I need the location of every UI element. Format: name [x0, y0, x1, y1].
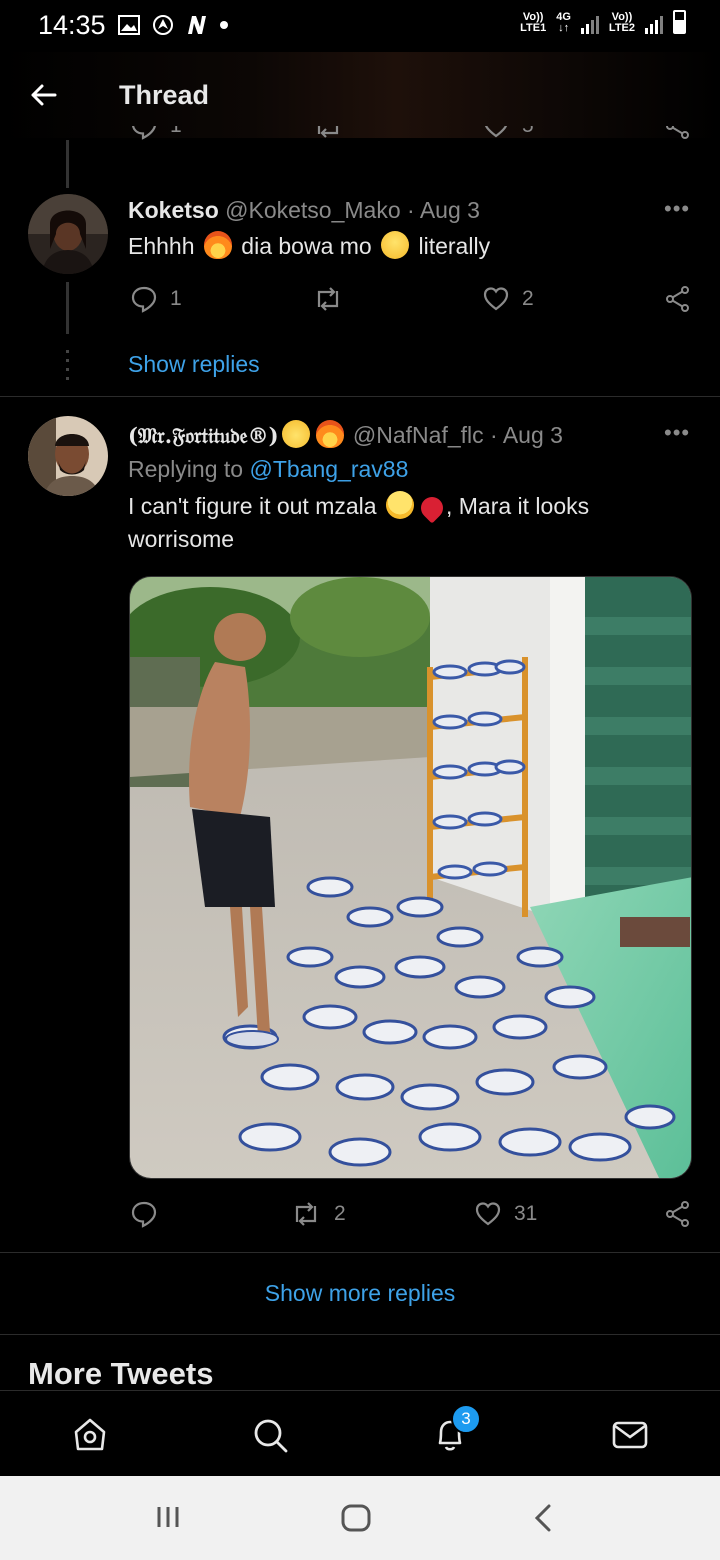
like-count: 31	[514, 1202, 538, 1225]
back-arrow-icon[interactable]	[28, 80, 58, 110]
broken-heart-emoji	[416, 492, 448, 524]
fire-emoji	[203, 231, 232, 259]
search-icon[interactable]	[250, 1415, 290, 1455]
signal1-icon	[580, 12, 599, 34]
home-icon[interactable]	[70, 1415, 110, 1455]
tweet-text-part: literally	[418, 233, 491, 259]
tweet-text: I can't figure it out mzala , Mara it lo…	[128, 490, 668, 556]
like-icon[interactable]	[482, 126, 510, 140]
signal2-icon	[645, 12, 663, 34]
avatar-image	[28, 416, 108, 496]
avatar-image	[28, 194, 108, 274]
reply-icon[interactable]	[130, 1200, 158, 1228]
tweet-actions: 2 31	[130, 1200, 720, 1232]
dot-icon	[220, 21, 228, 29]
thread-dots	[66, 350, 69, 380]
app-n-icon	[188, 16, 206, 34]
separator: ·	[407, 197, 415, 223]
divider	[0, 396, 720, 397]
handle[interactable]: @NafNaf_flc	[353, 422, 484, 448]
page-title: Thread	[119, 80, 210, 110]
data-arrows-icon: ↓↑	[558, 22, 570, 34]
tweet-text-part: , Mara it looks	[445, 493, 590, 519]
handle[interactable]: @Koketso_Mako	[225, 197, 401, 223]
status-bar: 14:35 Vo)) LTE1 4G ↓↑ Vo)) LTE2	[0, 0, 720, 52]
bottom-navigation	[0, 1390, 720, 1477]
like-icon[interactable]	[474, 1200, 502, 1228]
notifications-badge: 3	[451, 1404, 481, 1434]
retweet-icon[interactable]	[312, 285, 344, 313]
more-options-icon[interactable]: •••	[664, 196, 690, 222]
display-name[interactable]: Koketso	[128, 197, 219, 223]
more-tweets-heading: More Tweets	[28, 1356, 214, 1391]
tweet-actions: 1 2	[130, 285, 720, 317]
replying-to-handle[interactable]: @Tbang_rav88	[249, 456, 408, 482]
show-replies-link[interactable]: Show replies	[128, 351, 260, 378]
tweet-date[interactable]: Aug 3	[503, 422, 563, 448]
like-count: 5	[522, 126, 534, 138]
home-button-icon[interactable]	[340, 1503, 372, 1533]
fire-emoji	[315, 420, 344, 448]
reply-icon[interactable]	[130, 126, 158, 140]
show-more-replies-button[interactable]: Show more replies	[0, 1280, 720, 1307]
divider	[0, 1334, 720, 1335]
display-name[interactable]: (𝔐𝔯.𝔉𝔬𝔯𝔱𝔦𝔱𝔲𝔡𝔢®)	[128, 423, 279, 448]
more-options-icon[interactable]: •••	[664, 420, 690, 446]
sim1-label: LTE1	[520, 22, 547, 34]
tweet-text-part: I can't figure it out mzala	[128, 493, 377, 519]
reply-icon[interactable]	[130, 285, 158, 313]
system-navigation-bar	[0, 1476, 720, 1560]
share-icon[interactable]	[664, 126, 692, 140]
status-time: 14:35	[38, 10, 106, 40]
recent-apps-icon[interactable]	[154, 1503, 182, 1531]
retweet-count: 2	[334, 1202, 346, 1225]
gallery-icon	[118, 15, 140, 35]
retweet-icon[interactable]	[290, 1200, 322, 1228]
like-count: 2	[522, 287, 534, 310]
messages-icon[interactable]	[610, 1415, 650, 1455]
separator: ·	[490, 422, 498, 448]
tweet-text-part: Ehhhh	[128, 233, 195, 259]
navigation-icon	[153, 15, 173, 35]
thread-line	[66, 140, 69, 188]
sweat-smile-emoji	[381, 231, 410, 259]
thread-line	[66, 282, 69, 334]
retweet-icon[interactable]	[312, 126, 344, 140]
tweet-date[interactable]: Aug 3	[420, 197, 480, 223]
replying-prefix: Replying to	[128, 456, 244, 482]
tweet-text-part: worrisome	[128, 526, 235, 552]
share-icon[interactable]	[664, 285, 692, 313]
tweet-text-part: dia bowa mo	[241, 233, 372, 259]
like-icon[interactable]	[482, 285, 510, 313]
crying-emoji	[385, 491, 414, 519]
replying-to: Replying to @Tbang_rav88	[128, 456, 408, 483]
partial-tweet-actions: 1 5	[0, 126, 720, 158]
avatar[interactable]	[28, 194, 108, 274]
reply-count: 1	[170, 126, 182, 138]
reply-count: 1	[170, 287, 182, 310]
sunglasses-emoji	[281, 420, 310, 448]
photo	[130, 577, 691, 1178]
back-button-icon[interactable]	[532, 1503, 556, 1533]
tweet-media-image[interactable]	[129, 576, 692, 1179]
sim2-label: LTE2	[608, 22, 635, 34]
divider	[0, 1252, 720, 1253]
tweet-text: Ehhhh dia bowa mo literally	[128, 230, 688, 263]
battery-icon	[673, 10, 686, 34]
share-icon[interactable]	[664, 1200, 692, 1228]
avatar[interactable]	[28, 416, 108, 496]
